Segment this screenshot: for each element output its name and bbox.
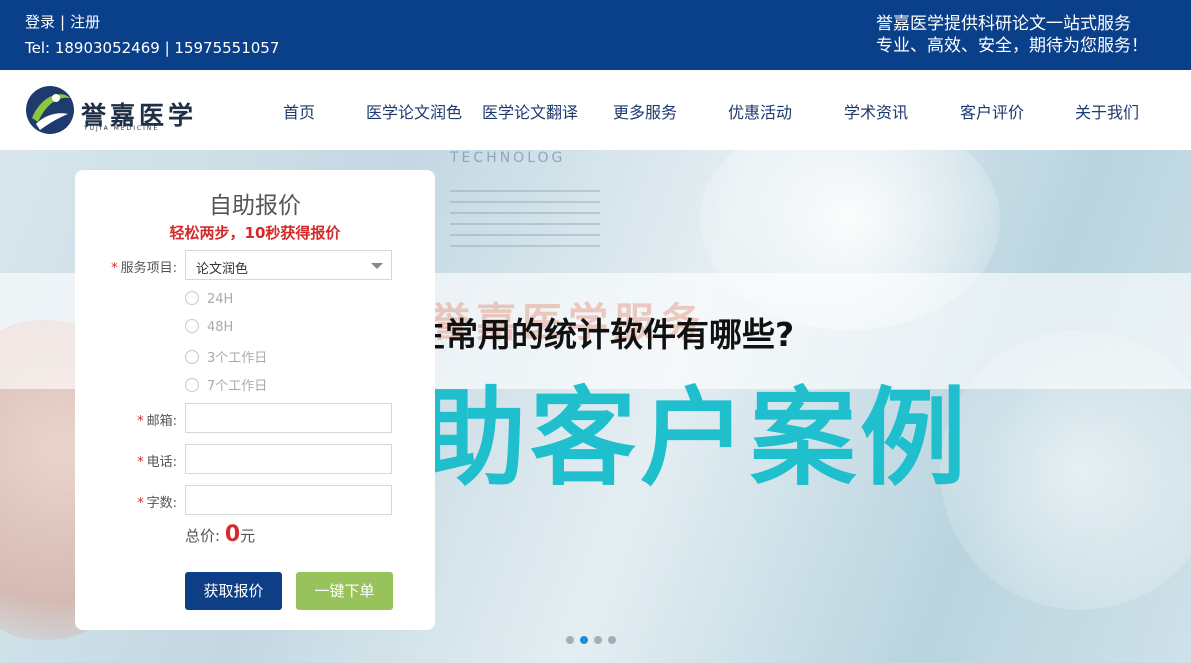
login-link[interactable]: 登录 [25, 13, 55, 31]
radio-label: 7个工作日 [207, 379, 268, 394]
total-label: 总价: [185, 527, 221, 545]
banner-watermark: TECHNOLOG [450, 150, 566, 166]
radio-3-workdays[interactable]: 3个工作日 [185, 347, 268, 366]
carousel-dot[interactable] [608, 636, 616, 644]
email-field[interactable] [185, 403, 392, 433]
slogan-line-2: 专业、高效、安全，期待为您服务！ [876, 36, 1148, 56]
nav-paper-translation[interactable]: 医学论文翻译 [482, 99, 578, 122]
nav-home[interactable]: 首页 [283, 99, 315, 122]
auth-separator: | [60, 13, 66, 31]
radio-24h[interactable]: 24H [185, 291, 233, 309]
get-quote-button[interactable]: 获取报价 [185, 572, 282, 610]
total-price: 总价: 0元 [185, 522, 255, 547]
radio-label: 3个工作日 [207, 351, 268, 366]
words-label: * 字数: [95, 492, 177, 511]
radio-48h[interactable]: 48H [185, 319, 233, 337]
top-bar: 登录 | 注册 Tel: 18903052469 | 15975551057 誉嘉医… [0, 0, 1191, 70]
required-mark: * [111, 261, 118, 276]
service-label-text: 服务项目: [120, 261, 177, 276]
required-mark: * [137, 455, 144, 470]
radio-label: 24H [207, 292, 234, 307]
words-label-text: 字数: [146, 496, 177, 511]
total-value: 0 [224, 522, 241, 547]
form-subtitle: 轻松两步，10秒获得报价 [169, 224, 341, 242]
phone-field[interactable] [185, 444, 392, 474]
service-select-value: 论文润色 [196, 262, 249, 277]
currency: 元 [240, 527, 256, 545]
banner-big-text: 助客户案例 [420, 377, 970, 500]
radio-7-workdays[interactable]: 7个工作日 [185, 375, 268, 394]
nav-paper-editing[interactable]: 医学论文润色 [366, 99, 462, 122]
radio-circle-icon [185, 291, 199, 305]
slogan: 誉嘉医学提供科研论文一站式服务 专业、高效、安全，期待为您服务！ [876, 13, 1148, 57]
radio-circle-icon [185, 350, 199, 364]
required-mark: * [137, 496, 144, 511]
phone-label-text: 电话: [146, 455, 177, 470]
nav-more-services[interactable]: 更多服务 [613, 99, 677, 122]
service-select[interactable]: 论文润色 [185, 250, 392, 280]
register-link[interactable]: 注册 [70, 13, 100, 31]
brand-subtitle: YUJIA MEDICINE [84, 125, 160, 132]
word-count-field[interactable] [185, 485, 392, 515]
nav-academic-news[interactable]: 学术资讯 [844, 99, 908, 122]
auth-links: 登录 | 注册 [25, 11, 100, 32]
carousel-dot-active[interactable] [580, 636, 588, 644]
form-title: 自助报价 [209, 193, 301, 219]
service-label: * 服务项目: [95, 257, 177, 276]
radio-circle-icon [185, 319, 199, 333]
phone-label: * 电话: [95, 451, 177, 470]
carousel-dots [566, 629, 622, 644]
email-label: * 邮箱: [95, 410, 177, 429]
chevron-down-icon [371, 263, 383, 269]
nav-promotions[interactable]: 优惠活动 [728, 99, 792, 122]
nav-about[interactable]: 关于我们 [1075, 99, 1139, 122]
one-click-order-button[interactable]: 一键下单 [296, 572, 393, 610]
email-label-text: 邮箱: [146, 414, 177, 429]
radio-circle-icon [185, 378, 199, 392]
carousel-dot[interactable] [594, 636, 602, 644]
slogan-line-1: 誉嘉医学提供科研论文一站式服务 [876, 14, 1131, 34]
contact-phone: Tel: 18903052469 | 15975551057 [25, 39, 280, 57]
radio-label: 48H [207, 320, 234, 335]
nav-reviews[interactable]: 客户评价 [960, 99, 1024, 122]
required-mark: * [137, 414, 144, 429]
banner-decor-lines [450, 190, 600, 256]
carousel-dot[interactable] [566, 636, 574, 644]
